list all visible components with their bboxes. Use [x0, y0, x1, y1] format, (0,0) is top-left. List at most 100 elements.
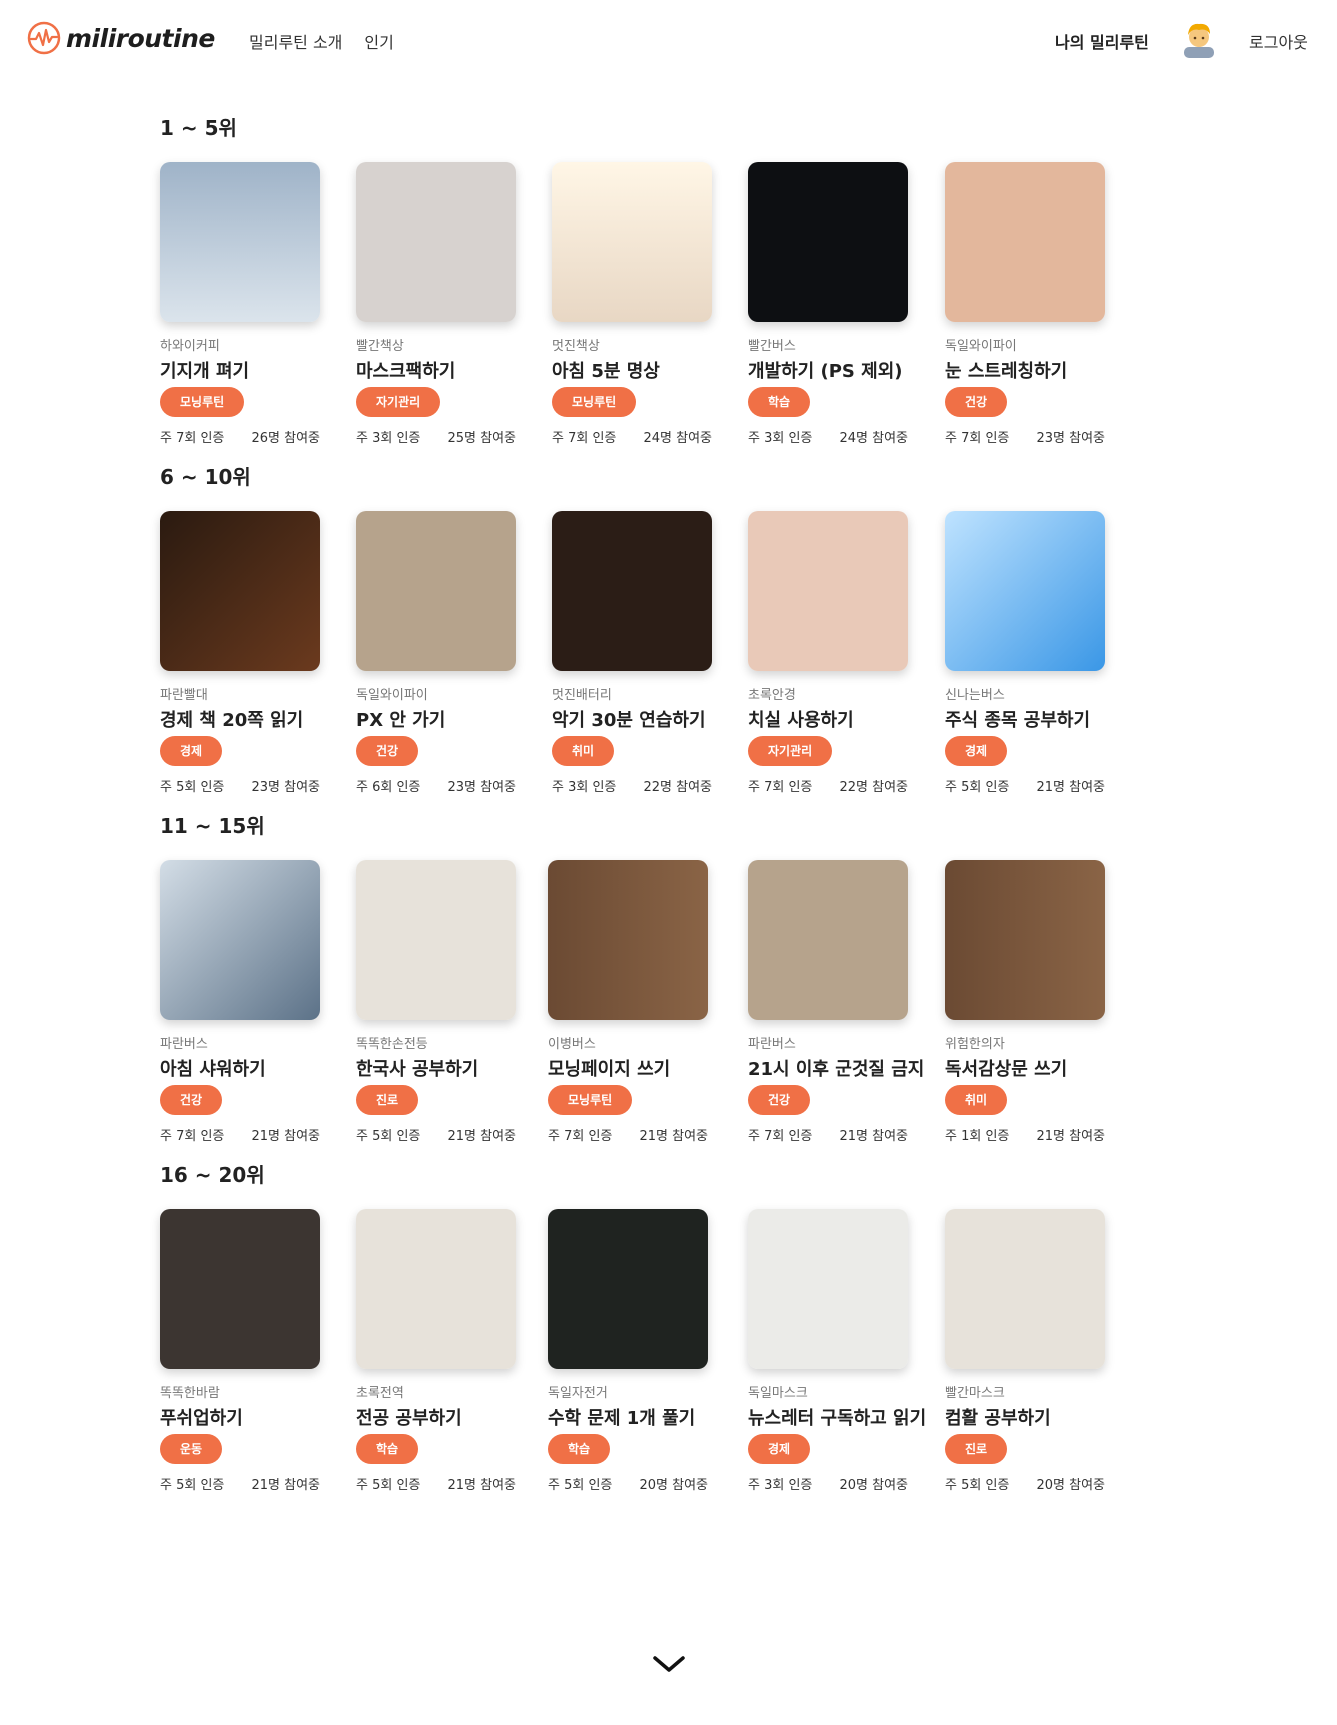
- category-tag[interactable]: 진로: [945, 1434, 1008, 1464]
- routine-card[interactable]: 하와이커피 기지개 펴기 모닝루틴 주 7회 인증 26명 참여중: [160, 162, 335, 446]
- routine-thumbnail[interactable]: [552, 511, 712, 671]
- routine-title[interactable]: 모닝페이지 쓰기: [548, 1055, 723, 1080]
- routine-title[interactable]: 기지개 펴기: [160, 357, 335, 382]
- category-tag[interactable]: 학습: [356, 1434, 419, 1464]
- routine-thumbnail[interactable]: [160, 162, 320, 322]
- routine-thumbnail[interactable]: [945, 162, 1105, 322]
- participant-count: 21명 참여중: [1036, 1129, 1105, 1144]
- nav-link-about[interactable]: 밀리루틴 소개: [249, 29, 342, 53]
- routine-title[interactable]: 개발하기 (PS 제외): [748, 357, 923, 382]
- routine-card[interactable]: 빨간버스 개발하기 (PS 제외) 학습 주 3회 인증 24명 참여중: [748, 162, 923, 446]
- routine-title[interactable]: PX 안 가기: [356, 706, 531, 731]
- routine-card[interactable]: 멋진책상 아침 5분 명상 모닝루틴 주 7회 인증 24명 참여중: [552, 162, 727, 446]
- routine-title[interactable]: 수학 문제 1개 풀기: [548, 1404, 723, 1429]
- routine-card[interactable]: 똑똑한손전등 한국사 공부하기 진로 주 5회 인증 21명 참여중: [356, 860, 531, 1144]
- category-tag[interactable]: 경제: [160, 736, 223, 766]
- routine-stats: 주 5회 인증 23명 참여중: [160, 776, 320, 795]
- routine-title[interactable]: 마스크팩하기: [356, 357, 531, 382]
- routine-card[interactable]: 파란빨대 경제 책 20쪽 읽기 경제 주 5회 인증 23명 참여중: [160, 511, 335, 795]
- category-tag[interactable]: 건강: [748, 1085, 811, 1115]
- category-tag[interactable]: 자기관리: [356, 387, 441, 417]
- category-tag[interactable]: 모닝루틴: [548, 1085, 633, 1115]
- logout-link[interactable]: 로그아웃: [1249, 29, 1308, 53]
- category-tag[interactable]: 자기관리: [748, 736, 833, 766]
- routine-card[interactable]: 3a(y+C) (y+A) 39 독일자전거수학 문제 1개 풀기학습주 5회 …: [548, 1209, 723, 1493]
- category-tag[interactable]: 취미: [552, 736, 615, 766]
- routine-card[interactable]: 빨간마스크 컴활 공부하기 진로 주 5회 인증 20명 참여중: [945, 1209, 1120, 1493]
- category-tag[interactable]: 모닝루틴: [160, 387, 245, 417]
- routine-title[interactable]: 치실 사용하기: [748, 706, 923, 731]
- routine-card[interactable]: 신나는버스 주식 종목 공부하기 경제 주 5회 인증 21명 참여중: [945, 511, 1120, 795]
- routine-title[interactable]: 컴활 공부하기: [945, 1404, 1120, 1429]
- routine-title[interactable]: 눈 스트레칭하기: [945, 357, 1120, 382]
- routine-card[interactable]: 똑똑한바람 푸쉬업하기 운동 주 5회 인증 21명 참여중: [160, 1209, 335, 1493]
- routine-thumbnail[interactable]: [548, 860, 708, 1020]
- routine-card[interactable]: 위험한의자 독서감상문 쓰기 취미 주 1회 인증 21명 참여중: [945, 860, 1120, 1144]
- nav-link-popular[interactable]: 인기: [364, 29, 393, 53]
- routine-thumbnail[interactable]: [160, 1209, 320, 1369]
- routine-card[interactable]: 초록안경 치실 사용하기 자기관리 주 7회 인증 22명 참여중: [748, 511, 923, 795]
- routine-title[interactable]: 경제 책 20쪽 읽기: [160, 706, 335, 731]
- category-tag[interactable]: 건강: [945, 387, 1008, 417]
- category-tag[interactable]: 경제: [945, 736, 1008, 766]
- routine-title[interactable]: 한국사 공부하기: [356, 1055, 531, 1080]
- routine-card[interactable]: 이병버스 모닝페이지 쓰기 모닝루틴 주 7회 인증 21명 참여중: [548, 860, 723, 1144]
- routine-card[interactable]: 초록전역 전공 공부하기 학습 주 5회 인증 21명 참여중: [356, 1209, 531, 1493]
- chevron-down-icon[interactable]: [651, 1652, 687, 1676]
- routine-thumbnail[interactable]: [356, 860, 516, 1020]
- routine-title[interactable]: 아침 샤워하기: [160, 1055, 335, 1080]
- routine-thumbnail[interactable]: [356, 1209, 516, 1369]
- routine-card[interactable]: The Daily The integration problem 독일마스크뉴…: [748, 1209, 926, 1493]
- studying-image: [356, 860, 516, 1020]
- category-tag[interactable]: 취미: [945, 1085, 1008, 1115]
- routine-thumbnail[interactable]: 3a(y+C) (y+A) 39: [548, 1209, 708, 1369]
- category-tag[interactable]: 모닝루틴: [552, 387, 637, 417]
- verification-frequency: 주 7회 인증: [160, 431, 225, 446]
- my-routine-link[interactable]: 나의 밀리루틴: [1055, 29, 1149, 53]
- code-screen-image: [748, 162, 908, 322]
- routine-card[interactable]: 독일와이파이 눈 스트레칭하기 건강 주 7회 인증 23명 참여중: [945, 162, 1120, 446]
- participant-count: 21명 참여중: [1036, 780, 1105, 795]
- routine-thumbnail[interactable]: [160, 860, 320, 1020]
- routine-thumbnail[interactable]: [160, 511, 320, 671]
- routine-title[interactable]: 독서감상문 쓰기: [945, 1055, 1120, 1080]
- routine-thumbnail[interactable]: [748, 860, 908, 1020]
- category-tag[interactable]: 운동: [160, 1434, 223, 1464]
- studying-image: [945, 1209, 1105, 1369]
- user-avatar-icon[interactable]: [1179, 18, 1219, 58]
- routine-card-list: 하와이커피 기지개 펴기 모닝루틴 주 7회 인증 26명 참여중 빨간책상 마스크팩하기…: [160, 162, 1190, 492]
- routine-card[interactable]: 독일와이파이 PX 안 가기 건강 주 6회 인증 23명 참여중: [356, 511, 531, 795]
- routine-title[interactable]: 푸쉬업하기: [160, 1404, 335, 1429]
- routine-title[interactable]: 전공 공부하기: [356, 1404, 531, 1429]
- routine-thumbnail[interactable]: [945, 860, 1105, 1020]
- category-tag[interactable]: 건강: [356, 736, 419, 766]
- verification-frequency: 주 3회 인증: [552, 780, 617, 795]
- routine-thumbnail[interactable]: [552, 162, 712, 322]
- routine-title[interactable]: 뉴스레터 구독하고 읽기: [748, 1404, 926, 1429]
- routine-card[interactable]: 빨간책상 마스크팩하기 자기관리 주 3회 인증 25명 참여중: [356, 162, 531, 446]
- routine-thumbnail[interactable]: [748, 511, 908, 671]
- routine-card[interactable]: 멋진배터리 악기 30분 연습하기 취미 주 3회 인증 22명 참여중: [552, 511, 727, 795]
- routine-card[interactable]: 파란버스 21시 이후 군것질 금지 건강 주 7회 인증 21명 참여중: [748, 860, 924, 1144]
- verification-frequency: 주 5회 인증: [160, 1478, 225, 1493]
- category-tag[interactable]: 건강: [160, 1085, 223, 1115]
- routine-card-list: 파란버스 아침 샤워하기 건강 주 7회 인증 21명 참여중 똑똑한손전등 한국사 공부…: [160, 860, 1190, 1190]
- routine-stats: 주 5회 인증 21명 참여중: [945, 776, 1105, 795]
- routine-card[interactable]: 파란버스 아침 샤워하기 건강 주 7회 인증 21명 참여중: [160, 860, 335, 1144]
- routine-thumbnail[interactable]: [356, 162, 516, 322]
- category-tag[interactable]: 진로: [356, 1085, 419, 1115]
- category-tag[interactable]: 경제: [748, 1434, 811, 1464]
- routine-thumbnail[interactable]: [945, 511, 1105, 671]
- category-tag[interactable]: 학습: [748, 387, 811, 417]
- routine-thumbnail[interactable]: The Daily The integration problem: [748, 1209, 908, 1369]
- routine-thumbnail[interactable]: [945, 1209, 1105, 1369]
- logo[interactable]: miliroutine: [26, 20, 215, 56]
- category-tag[interactable]: 학습: [548, 1434, 611, 1464]
- routine-title[interactable]: 주식 종목 공부하기: [945, 706, 1120, 731]
- routine-title[interactable]: 21시 이후 군것질 금지: [748, 1055, 924, 1080]
- routine-stats: 주 7회 인증 21명 참여중: [160, 1125, 320, 1144]
- routine-thumbnail[interactable]: [356, 511, 516, 671]
- routine-title[interactable]: 아침 5분 명상: [552, 357, 727, 382]
- routine-title[interactable]: 악기 30분 연습하기: [552, 706, 727, 731]
- routine-thumbnail[interactable]: [748, 162, 908, 322]
